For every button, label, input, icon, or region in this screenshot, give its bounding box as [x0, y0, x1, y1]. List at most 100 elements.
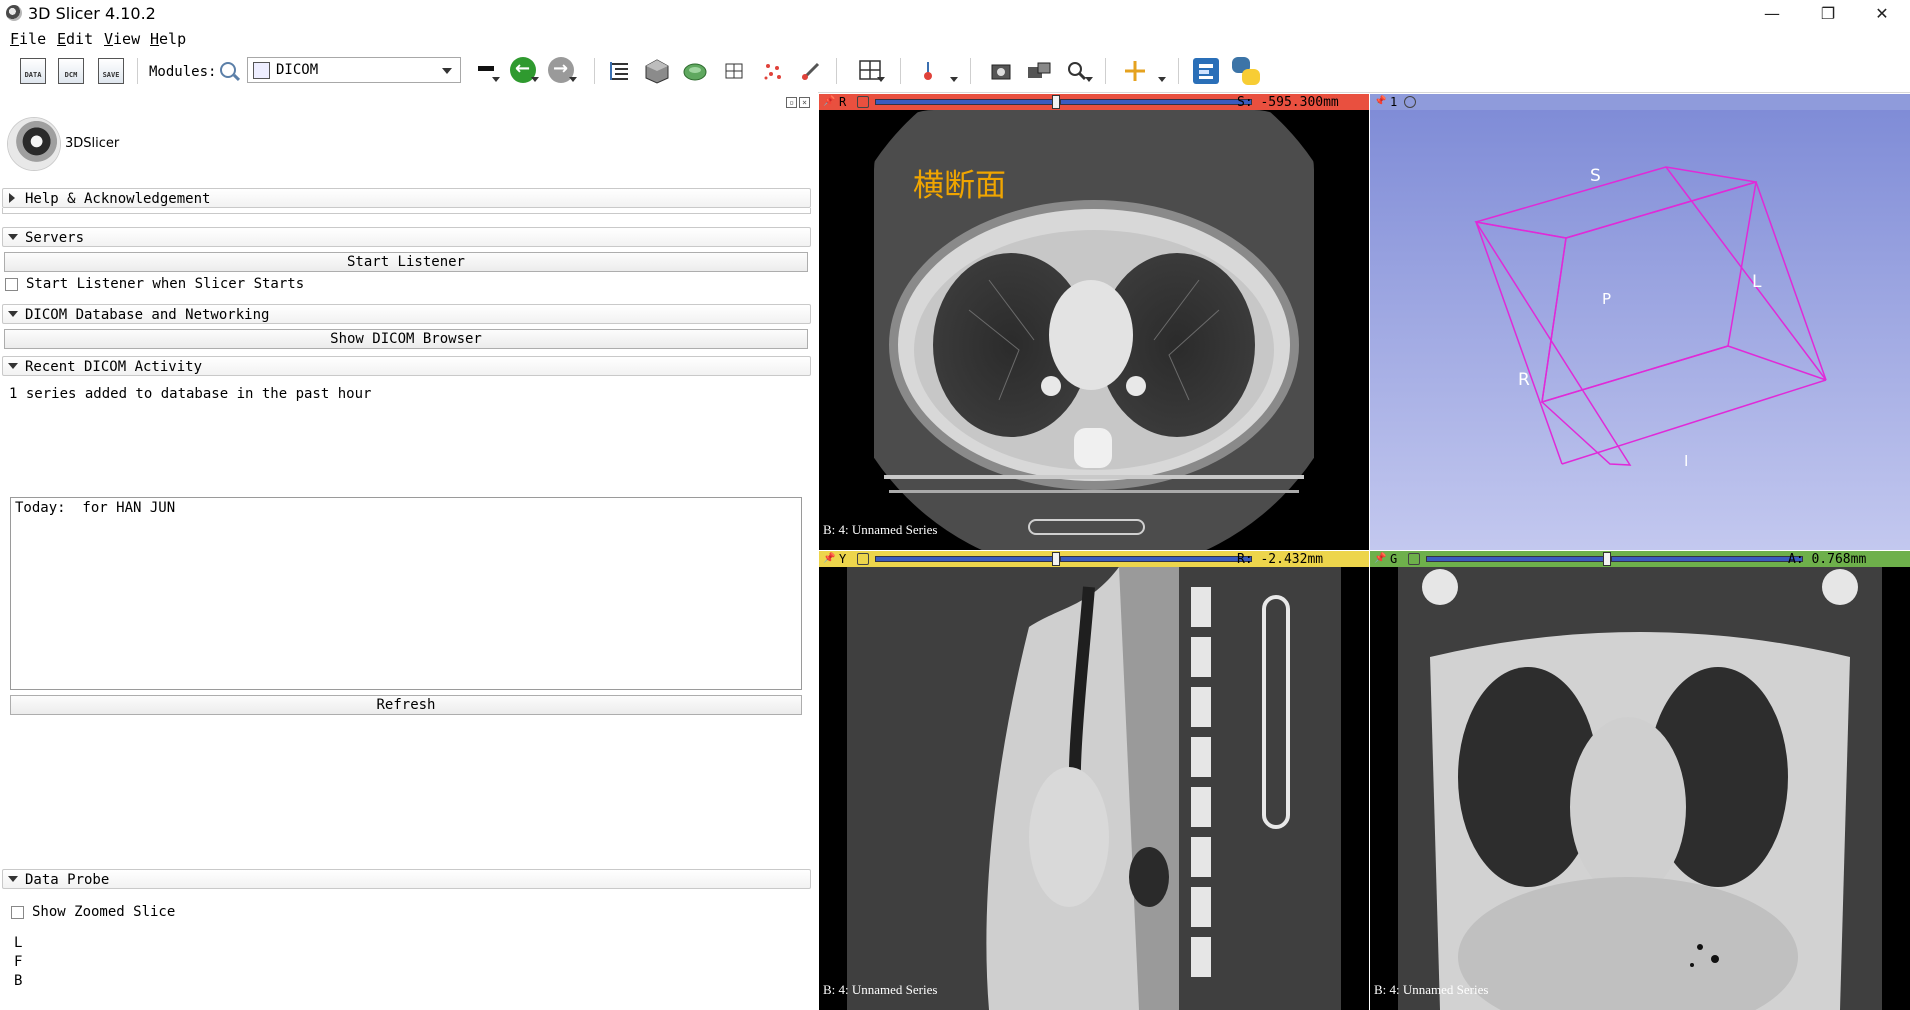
link-icon[interactable] — [857, 553, 869, 565]
red-slice-slider-track[interactable] — [1060, 99, 1252, 105]
yellow-series-label: B: 4: Unnamed Series — [823, 982, 938, 997]
recent-activity-log[interactable]: Today: for HAN JUN — [10, 497, 802, 690]
bounding-box-3d — [1474, 166, 1827, 466]
pin-icon[interactable]: 📌 — [1374, 553, 1386, 564]
extension-manager-button[interactable] — [1193, 58, 1219, 84]
volumes-module-button[interactable] — [644, 58, 670, 84]
section-dicom-database-label: DICOM Database and Networking — [25, 307, 270, 323]
pin-icon[interactable]: 📌 — [1374, 96, 1386, 107]
chevron-down-icon — [1158, 77, 1166, 82]
close-panel-icon[interactable]: × — [799, 97, 810, 108]
green-slider-handle[interactable] — [1603, 552, 1611, 566]
window-title: 3D Slicer 4.10.2 — [28, 4, 156, 23]
show-dicom-browser-button[interactable]: Show DICOM Browser — [4, 329, 808, 349]
red-slice-controller: 📌 R S: -595.300mm — [819, 94, 1369, 110]
arrow-left-icon: ← — [515, 58, 531, 79]
red-slice-slider[interactable] — [875, 99, 1053, 105]
green-slice-offset: A: 0.768mm — [1788, 552, 1867, 567]
screenshot-button[interactable] — [988, 58, 1014, 84]
dock-controls: ▫ × — [784, 97, 810, 108]
green-slice-slider-track[interactable] — [1611, 556, 1803, 562]
red-series-label: B: 4: Unnamed Series — [823, 522, 938, 537]
yellow-slice-image: B: 4: Unnamed Series — [819, 567, 1369, 1010]
menu-help[interactable]: Help — [150, 30, 186, 48]
load-data-label: DATA — [24, 71, 42, 79]
green-slice-slider[interactable] — [1426, 556, 1604, 562]
orientation-s: S — [1590, 166, 1601, 186]
green-slice-view[interactable]: 📌 G A: 0.768mm B: 4: Unnamed Series — [1370, 551, 1910, 1010]
threed-view[interactable]: 📌 1 S P L R I — [1370, 94, 1910, 550]
green-slice-image: B: 4: Unnamed Series — [1370, 567, 1910, 1010]
axial-overlay-label: 横断面 — [913, 168, 1006, 204]
orientation-i: I — [1684, 452, 1689, 470]
orientation-p: P — [1602, 290, 1612, 308]
link-icon[interactable] — [1408, 553, 1420, 565]
show-zoomed-slice-checkbox[interactable] — [11, 906, 24, 919]
python-console-button[interactable] — [1232, 57, 1260, 85]
red-slider-handle[interactable] — [1052, 95, 1060, 109]
chevron-down-icon — [877, 77, 885, 82]
probe-b-label: B — [14, 973, 23, 989]
start-listener-button[interactable]: Start Listener — [4, 252, 808, 272]
section-dicom-database[interactable]: DICOM Database and Networking — [2, 304, 811, 324]
yellow-slice-slider-track[interactable] — [1060, 556, 1252, 562]
menu-edit[interactable]: Edit — [57, 30, 93, 48]
pin-icon[interactable]: 📌 — [823, 553, 835, 564]
menu-help-accel: H — [150, 30, 160, 48]
restore-button[interactable]: ❐ — [1800, 0, 1856, 28]
dicom-button[interactable]: DCM — [58, 58, 84, 84]
transforms-module-button[interactable] — [722, 58, 748, 84]
toolbar-separator — [137, 58, 138, 84]
module-selector[interactable]: DICOM — [247, 57, 461, 83]
section-help[interactable]: Help & Acknowledgement — [2, 188, 811, 208]
red-view-letter: R — [839, 95, 847, 109]
pin-icon[interactable]: 📌 — [823, 96, 835, 107]
red-slice-view[interactable]: 📌 R S: -595.300mm 横断面 B: 4: Unnamed Seri… — [819, 94, 1369, 550]
chevron-down-icon — [569, 77, 577, 82]
module-search-icon[interactable] — [220, 62, 236, 78]
logo-text: 3DSlicer — [65, 136, 120, 151]
extension-icon — [1199, 64, 1213, 79]
model-icon — [683, 63, 707, 81]
menu-help-label: elp — [159, 30, 187, 48]
yellow-slider-handle[interactable] — [1052, 552, 1060, 566]
undock-icon[interactable]: ▫ — [786, 97, 797, 108]
save-button[interactable]: SAVE — [98, 58, 124, 84]
menu-view[interactable]: View — [104, 30, 140, 48]
section-servers[interactable]: Servers — [2, 227, 811, 247]
show-zoomed-slice-label: Show Zoomed Slice — [32, 904, 176, 920]
refresh-button[interactable]: Refresh — [10, 695, 802, 715]
section-servers-label: Servers — [25, 230, 85, 246]
crosshair-button[interactable] — [1122, 58, 1148, 84]
cube-icon — [645, 59, 669, 84]
load-data-button[interactable]: DATA — [20, 58, 46, 84]
yellow-slice-view[interactable]: 📌 Y R: -2.432mm B: 4: Unnamed Series — [819, 551, 1369, 1010]
start-listener-checkbox[interactable] — [5, 278, 18, 291]
red-slice-image: 横断面 B: 4: Unnamed Series — [819, 110, 1369, 550]
models-module-button[interactable] — [682, 58, 708, 84]
menu-file-label: ile — [19, 30, 47, 48]
yellow-slice-slider[interactable] — [875, 556, 1053, 562]
close-button[interactable]: ✕ — [1854, 0, 1910, 28]
minimize-button[interactable]: — — [1744, 0, 1800, 28]
section-data-probe-label: Data Probe — [25, 872, 110, 888]
section-help-label: Help & Acknowledgement — [25, 191, 211, 207]
section-data-probe[interactable]: Data Probe — [2, 869, 811, 889]
green-slice-controller: 📌 G A: 0.768mm — [1370, 551, 1910, 567]
link-icon[interactable] — [857, 96, 869, 108]
pointer-icon — [924, 62, 932, 80]
menu-edit-accel: E — [57, 30, 67, 48]
recent-summary: 1 series added to database in the past h… — [9, 386, 372, 402]
green-series-label: B: 4: Unnamed Series — [1374, 982, 1489, 997]
crosshair-color-button[interactable] — [915, 58, 941, 84]
markups-module-button[interactable] — [760, 58, 786, 84]
menu-file[interactable]: File — [10, 30, 46, 48]
data-module-button[interactable] — [606, 58, 632, 84]
section-recent-activity[interactable]: Recent DICOM Activity — [2, 356, 811, 376]
toolbar-separator — [1178, 58, 1179, 84]
green-view-letter: G — [1390, 552, 1398, 566]
editor-module-button[interactable] — [798, 58, 824, 84]
scene-view-button[interactable] — [1026, 58, 1052, 84]
markups-icon — [764, 64, 781, 80]
gear-icon[interactable] — [1404, 96, 1416, 108]
